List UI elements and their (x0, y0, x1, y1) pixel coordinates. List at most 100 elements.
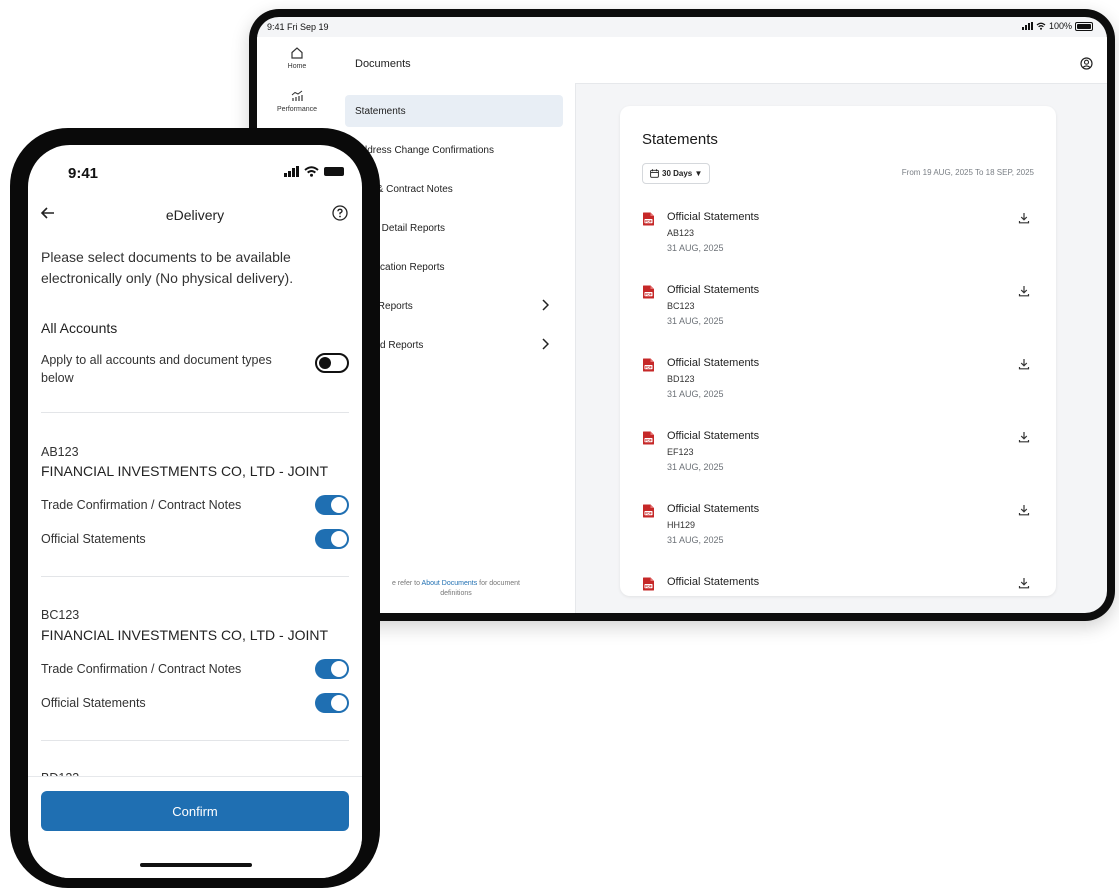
svg-text:PDF: PDF (645, 365, 652, 369)
page-title: Documents (355, 58, 411, 70)
card-title: Statements (642, 131, 718, 148)
download-button[interactable] (1018, 211, 1030, 229)
menu-item-address-change[interactable]: Address Change Confirmations (345, 134, 563, 166)
rail-item-performance[interactable]: Performance (257, 89, 337, 113)
svg-text:PDF: PDF (645, 438, 652, 442)
menu-item-statements[interactable]: Statements (345, 95, 563, 127)
download-button[interactable] (1018, 284, 1030, 302)
account-id: AB123 (41, 445, 79, 459)
pdf-file-icon: PDF (643, 212, 654, 226)
svg-text:PDF: PDF (645, 219, 652, 223)
phone-status-icons (284, 166, 344, 177)
tablet-status-bar: 9:41 Fri Sep 19 100% (257, 17, 1107, 37)
divider (41, 740, 349, 741)
download-icon[interactable] (1018, 577, 1030, 589)
pdf-file-icon: PDF (643, 431, 654, 445)
trade-confirmation-toggle[interactable] (315, 495, 349, 515)
battery-icon (1075, 21, 1093, 31)
rail-label-home: Home (287, 63, 307, 70)
signal-icon (1021, 22, 1033, 30)
download-icon[interactable] (1018, 285, 1030, 297)
account-id: BC123 (41, 608, 80, 622)
status-time: 9:41 Fri Sep 19 (267, 22, 329, 32)
document-account: AB123 (667, 228, 695, 238)
divider (41, 412, 349, 413)
document-name: Official Statements (667, 503, 760, 515)
download-icon[interactable] (1018, 212, 1030, 224)
document-date: 31 AUG, 2025 (667, 389, 724, 399)
document-account: BD123 (667, 374, 695, 384)
download-button[interactable] (1018, 576, 1030, 594)
signal-icon (284, 166, 299, 177)
confirm-button[interactable]: Confirm (41, 791, 349, 831)
official-statements-toggle[interactable] (315, 693, 349, 713)
pdf-file-icon: PDF (643, 504, 654, 518)
document-row[interactable]: PDF Official Statements BC123 31 AUG, 2025 (642, 284, 1034, 344)
menu-label: Statements (355, 105, 406, 117)
rail-item-home[interactable]: Home (257, 46, 337, 70)
calendar-icon (650, 169, 659, 178)
download-button[interactable] (1018, 503, 1030, 521)
document-account: HH129 (667, 520, 696, 530)
documents-header: Documents (337, 37, 1107, 84)
svg-text:PDF: PDF (645, 511, 652, 515)
about-documents-link[interactable]: About Documents (422, 580, 478, 587)
document-account: BC123 (667, 301, 695, 311)
download-button[interactable] (1018, 357, 1030, 375)
document-name: Official Statements (667, 430, 760, 442)
document-date: 31 AUG, 2025 (667, 243, 724, 253)
pdf-file-icon: PDF (643, 285, 654, 299)
option-label: Trade Confirmation / Contract Notes (41, 662, 242, 676)
svg-text:PDF: PDF (645, 292, 652, 296)
download-icon[interactable] (1018, 504, 1030, 516)
pdf-file-icon: PDF (643, 577, 654, 591)
document-row[interactable]: PDF Official Statements BD123 31 AUG, 2025 (642, 357, 1034, 417)
phone-nav-bar: eDelivery (28, 203, 362, 227)
document-name: Official Statements (667, 576, 760, 588)
wifi-icon (1036, 22, 1046, 30)
option-label: Trade Confirmation / Contract Notes (41, 498, 242, 512)
document-name: Official Statements (667, 357, 760, 369)
download-button[interactable] (1018, 430, 1030, 448)
phone-device: 9:41 eDelivery Please select documents t… (10, 128, 380, 888)
download-icon[interactable] (1018, 431, 1030, 443)
option-label: Official Statements (41, 696, 146, 710)
chevron-right-icon (542, 299, 549, 311)
pdf-file-icon: PDF (643, 358, 654, 372)
phone-status-time: 9:41 (68, 165, 99, 182)
apply-all-label: Apply to all accounts and document types… (41, 353, 272, 385)
date-range-dropdown[interactable]: 30 Days ▼ (642, 163, 711, 184)
profile-icon[interactable] (1080, 57, 1093, 70)
document-date: 31 AUG, 2025 (667, 462, 724, 472)
rail-label-performance: Performance (276, 106, 318, 113)
document-date: 31 AUG, 2025 (667, 535, 724, 545)
phone-screen: 9:41 eDelivery Please select documents t… (28, 145, 362, 878)
battery-percent: 100% (1048, 21, 1072, 31)
account-name: FINANCIAL INVESTMENTS CO, LTD - JOINT (41, 627, 329, 643)
tablet-screen: 9:41 Fri Sep 19 100% Home Performance Do… (257, 17, 1107, 613)
menu-label: Address Change Confirmations (355, 144, 494, 156)
document-row[interactable]: PDF Official Statements (642, 576, 1034, 596)
document-row[interactable]: PDF Official Statements AB123 31 AUG, 2025 (642, 211, 1034, 271)
document-date: 31 AUG, 2025 (667, 316, 724, 326)
document-name: Official Statements (667, 284, 760, 296)
all-accounts-heading: All Accounts (41, 320, 118, 336)
date-range-label: 30 Days ▼ (662, 169, 703, 178)
document-account: EF123 (667, 447, 694, 457)
download-icon[interactable] (1018, 358, 1030, 370)
document-name: Official Statements (667, 211, 760, 223)
nav-title: eDelivery (165, 207, 225, 223)
intro-text: Please select documents to be available … (41, 249, 294, 286)
document-row[interactable]: PDF Official Statements HH129 31 AUG, 2025 (642, 503, 1034, 563)
trade-confirmation-toggle[interactable] (315, 659, 349, 679)
document-row[interactable]: PDF Official Statements EF123 31 AUG, 2025 (642, 430, 1034, 490)
svg-text:PDF: PDF (645, 584, 652, 588)
help-icon[interactable] (332, 205, 348, 221)
chevron-right-icon (542, 338, 549, 350)
apply-all-toggle[interactable] (315, 353, 349, 373)
battery-icon (324, 167, 344, 176)
official-statements-toggle[interactable] (315, 529, 349, 549)
account-name: FINANCIAL INVESTMENTS CO, LTD - JOINT (41, 463, 329, 479)
performance-icon (291, 90, 303, 101)
date-range-text: From 19 AUG, 2025 To 18 SEP, 2025 (901, 168, 1034, 177)
